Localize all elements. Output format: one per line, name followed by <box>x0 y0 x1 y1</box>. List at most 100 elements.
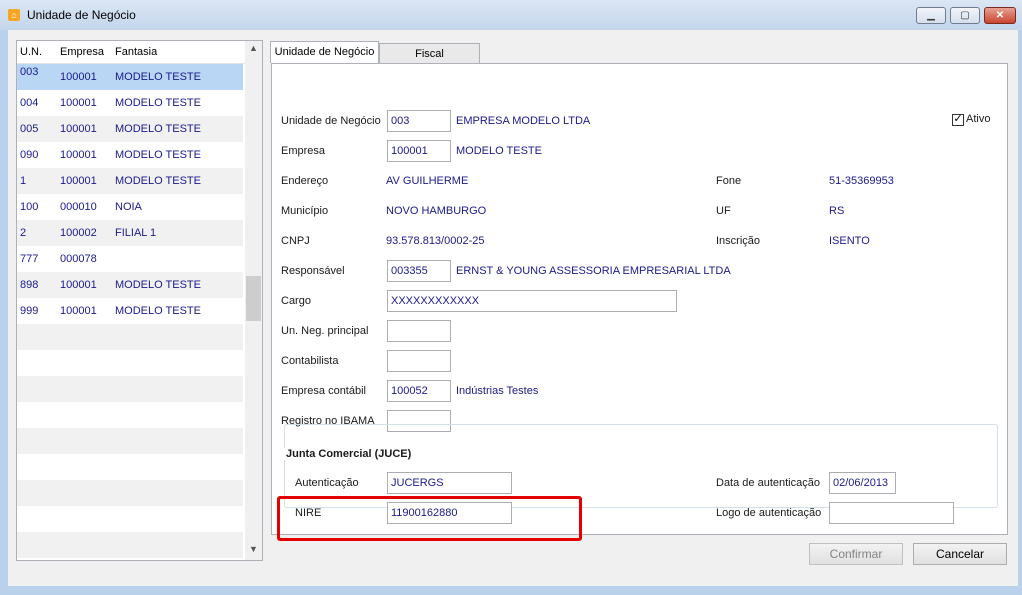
close-icon[interactable]: ✕ <box>984 7 1016 24</box>
column-header-un[interactable]: U.N. <box>20 46 42 58</box>
column-header-empresa[interactable]: Empresa <box>60 46 104 58</box>
cell-un: 004 <box>20 97 39 109</box>
cell-empresa: 100002 <box>60 227 97 239</box>
form-panel: ✓ Ativo Unidade de Negócio 003 EMPRESA M… <box>271 63 1008 541</box>
autenticacao-field[interactable]: JUCERGS <box>387 472 512 494</box>
table-row[interactable]: 090 100001 MODELO TESTE <box>17 142 243 168</box>
cell-un: 005 <box>20 123 39 135</box>
empty-row <box>17 480 243 506</box>
table-row[interactable]: 2 100002 FILIAL 1 <box>17 220 243 246</box>
window-title: Unidade de Negócio <box>27 8 136 22</box>
empcontabil-label: Empresa contábil <box>281 385 366 397</box>
table-row[interactable]: 898 100001 MODELO TESTE <box>17 272 243 298</box>
unit-list[interactable]: U.N. Empresa Fantasia 003 100001 MODELO … <box>16 40 263 561</box>
cell-fantasia: MODELO TESTE <box>115 175 201 187</box>
scroll-thumb[interactable] <box>246 276 261 321</box>
cancel-button[interactable]: Cancelar <box>913 543 1007 565</box>
cell-empresa: 000010 <box>60 201 97 213</box>
cell-un: 1 <box>20 175 27 187</box>
cell-un: 777 <box>20 253 39 265</box>
table-row[interactable]: 777 000078 <box>17 246 243 272</box>
municipio-value: NOVO HAMBURGO <box>386 205 487 217</box>
table-row[interactable]: 999 100001 MODELO TESTE <box>17 298 243 324</box>
uf-value: RS <box>829 205 845 217</box>
fone-label: Fone <box>716 175 742 187</box>
list-scrollbar[interactable]: ▲ ▼ <box>245 41 262 560</box>
cell-un: 2 <box>20 227 27 239</box>
column-header-fantasia[interactable]: Fantasia <box>115 46 157 58</box>
juce-title: Junta Comercial (JUCE) <box>282 448 416 460</box>
cargo-label: Cargo <box>281 295 311 307</box>
tab-fiscal[interactable]: Fiscal <box>379 43 480 63</box>
unneg-field[interactable] <box>387 320 451 342</box>
empty-row <box>17 532 243 558</box>
cell-empresa: 100001 <box>60 149 97 161</box>
client-area: U.N. Empresa Fantasia 003 100001 MODELO … <box>8 30 1018 586</box>
cnpj-value: 93.578.813/0002-25 <box>386 235 485 247</box>
empty-row <box>17 428 243 454</box>
un-field[interactable]: 003 <box>387 110 451 132</box>
cell-fantasia: FILIAL 1 <box>115 227 157 239</box>
empresa-label: Empresa <box>281 145 326 157</box>
unneg-label: Un. Neg. principal <box>281 325 369 337</box>
table-row[interactable]: 004 100001 MODELO TESTE <box>17 90 243 116</box>
cell-un: 090 <box>20 149 39 161</box>
table-row[interactable]: 1 100001 MODELO TESTE <box>17 168 243 194</box>
cell-empresa: 100001 <box>60 305 97 317</box>
cell-fantasia: MODELO TESTE <box>115 123 201 135</box>
empcontabil-field[interactable]: 100052 <box>387 380 451 402</box>
cell-empresa: 000078 <box>60 253 97 265</box>
logo-autenticacao-label: Logo de autenticação <box>716 507 822 519</box>
responsavel-name: ERNST & YOUNG ASSESSORIA EMPRESARIAL LTD… <box>456 265 731 277</box>
data-autenticacao-label: Data de autenticação <box>716 477 820 489</box>
title-bar: ⌂ Unidade de Negócio ▁ ▢ ✕ <box>0 0 1022 30</box>
house-icon: ⌂ <box>8 9 20 21</box>
cell-fantasia: MODELO TESTE <box>115 71 201 83</box>
maximize-icon[interactable]: ▢ <box>950 7 980 24</box>
responsavel-label: Responsável <box>281 265 345 277</box>
data-autenticacao-field[interactable]: 02/06/2013 <box>829 472 896 494</box>
ativo-checkbox[interactable]: ✓ <box>952 114 964 126</box>
cell-empresa: 100001 <box>60 175 97 187</box>
cell-un: 898 <box>20 279 39 291</box>
cell-empresa: 100001 <box>60 279 97 291</box>
empty-row <box>17 324 243 350</box>
cell-un: 999 <box>20 305 39 317</box>
inscricao-label: Inscrição <box>716 235 761 247</box>
logo-autenticacao-field[interactable] <box>829 502 954 524</box>
cell-empresa: 100001 <box>60 97 97 109</box>
cell-un: 003 <box>20 66 39 78</box>
confirm-button[interactable]: Confirmar <box>809 543 903 565</box>
table-row[interactable]: 003 100001 MODELO TESTE <box>17 64 243 90</box>
responsavel-field[interactable]: 003355 <box>387 260 451 282</box>
cell-fantasia: MODELO TESTE <box>115 305 201 317</box>
contabilista-label: Contabilista <box>281 355 339 367</box>
tab-unidade-negocio[interactable]: Unidade de Negócio <box>270 41 379 63</box>
cell-empresa: 100001 <box>60 123 97 135</box>
minimize-icon[interactable]: ▁ <box>916 7 946 24</box>
municipio-label: Município <box>281 205 329 217</box>
empresa-name: MODELO TESTE <box>456 145 542 157</box>
table-row[interactable]: 100 000010 NOIA <box>17 194 243 220</box>
cnpj-label: CNPJ <box>281 235 310 247</box>
empty-row <box>17 350 243 376</box>
empresa-field[interactable]: 100001 <box>387 140 451 162</box>
contabilista-field[interactable] <box>387 350 451 372</box>
cell-fantasia: MODELO TESTE <box>115 97 201 109</box>
table-row[interactable]: 005 100001 MODELO TESTE <box>17 116 243 142</box>
window-bottom-border <box>0 586 1022 595</box>
autenticacao-label: Autenticação <box>295 477 359 489</box>
highlight-box <box>277 496 582 541</box>
un-name: EMPRESA MODELO LTDA <box>456 115 591 127</box>
empty-row <box>17 402 243 428</box>
cargo-field[interactable]: XXXXXXXXXXXX <box>387 290 677 312</box>
scroll-up-icon[interactable]: ▲ <box>245 43 262 53</box>
inscricao-value: ISENTO <box>829 235 870 247</box>
empty-row <box>17 454 243 480</box>
cell-fantasia: NOIA <box>115 201 142 213</box>
un-label: Unidade de Negócio <box>281 115 381 127</box>
empcontabil-name: Indústrias Testes <box>456 385 539 397</box>
empty-row <box>17 376 243 402</box>
scroll-down-icon[interactable]: ▼ <box>245 544 262 554</box>
endereco-label: Endereço <box>281 175 329 187</box>
